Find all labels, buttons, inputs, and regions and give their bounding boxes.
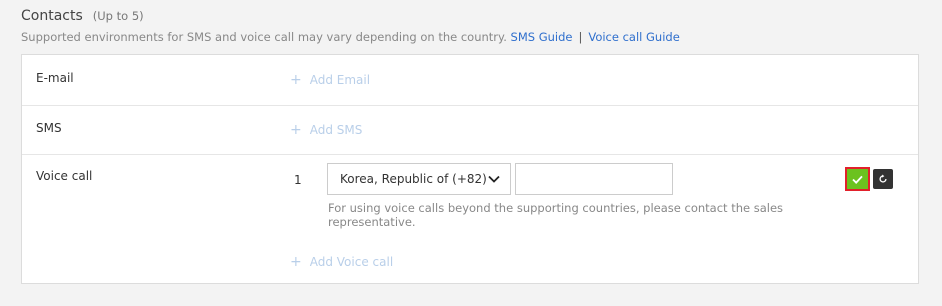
- confirm-button[interactable]: [845, 167, 870, 191]
- add-sms-label: Add SMS: [309, 123, 363, 137]
- check-icon: [852, 175, 863, 184]
- email-row: E-mail + Add Email: [22, 55, 918, 106]
- sms-label: SMS: [36, 121, 62, 135]
- reset-button[interactable]: [873, 169, 893, 189]
- add-email-label: Add Email: [309, 73, 371, 87]
- voice-call-guide-link[interactable]: Voice call Guide: [588, 30, 679, 44]
- plus-icon: +: [290, 72, 302, 88]
- add-voice-call-label: Add Voice call: [309, 255, 394, 269]
- voice-call-row: Voice call 1 Korea, Republic of (+82) Fo…: [22, 155, 918, 284]
- description-text: Supported environments for SMS and voice…: [21, 30, 507, 44]
- sms-row: SMS + Add SMS: [22, 105, 918, 155]
- voice-call-index: 1: [294, 173, 302, 187]
- title-line: Contacts (Up to 5): [21, 8, 680, 24]
- country-select[interactable]: Korea, Republic of (+82): [327, 163, 511, 195]
- section-title: Contacts: [21, 8, 83, 24]
- contacts-header: Contacts (Up to 5) Supported environment…: [21, 8, 680, 44]
- refresh-icon: [879, 174, 887, 183]
- contacts-panel: E-mail + Add Email SMS + Add SMS Voice c…: [21, 54, 919, 284]
- email-label: E-mail: [36, 71, 74, 85]
- sms-guide-link[interactable]: SMS Guide: [511, 30, 573, 44]
- add-sms-button[interactable]: + Add SMS: [290, 123, 362, 137]
- guide-separator: |: [578, 30, 583, 44]
- plus-icon: +: [290, 254, 302, 270]
- section-description: Supported environments for SMS and voice…: [21, 30, 680, 44]
- section-limit: (Up to 5): [92, 9, 144, 23]
- country-select-value: Korea, Republic of (+82): [340, 172, 487, 186]
- voice-call-hint: For using voice calls beyond the support…: [328, 201, 784, 229]
- add-email-button[interactable]: + Add Email: [290, 73, 370, 87]
- phone-number-input[interactable]: [515, 163, 673, 195]
- plus-icon: +: [290, 122, 302, 138]
- voice-call-label: Voice call: [36, 169, 93, 183]
- chevron-down-icon: [488, 175, 500, 183]
- add-voice-call-button[interactable]: + Add Voice call: [290, 255, 393, 269]
